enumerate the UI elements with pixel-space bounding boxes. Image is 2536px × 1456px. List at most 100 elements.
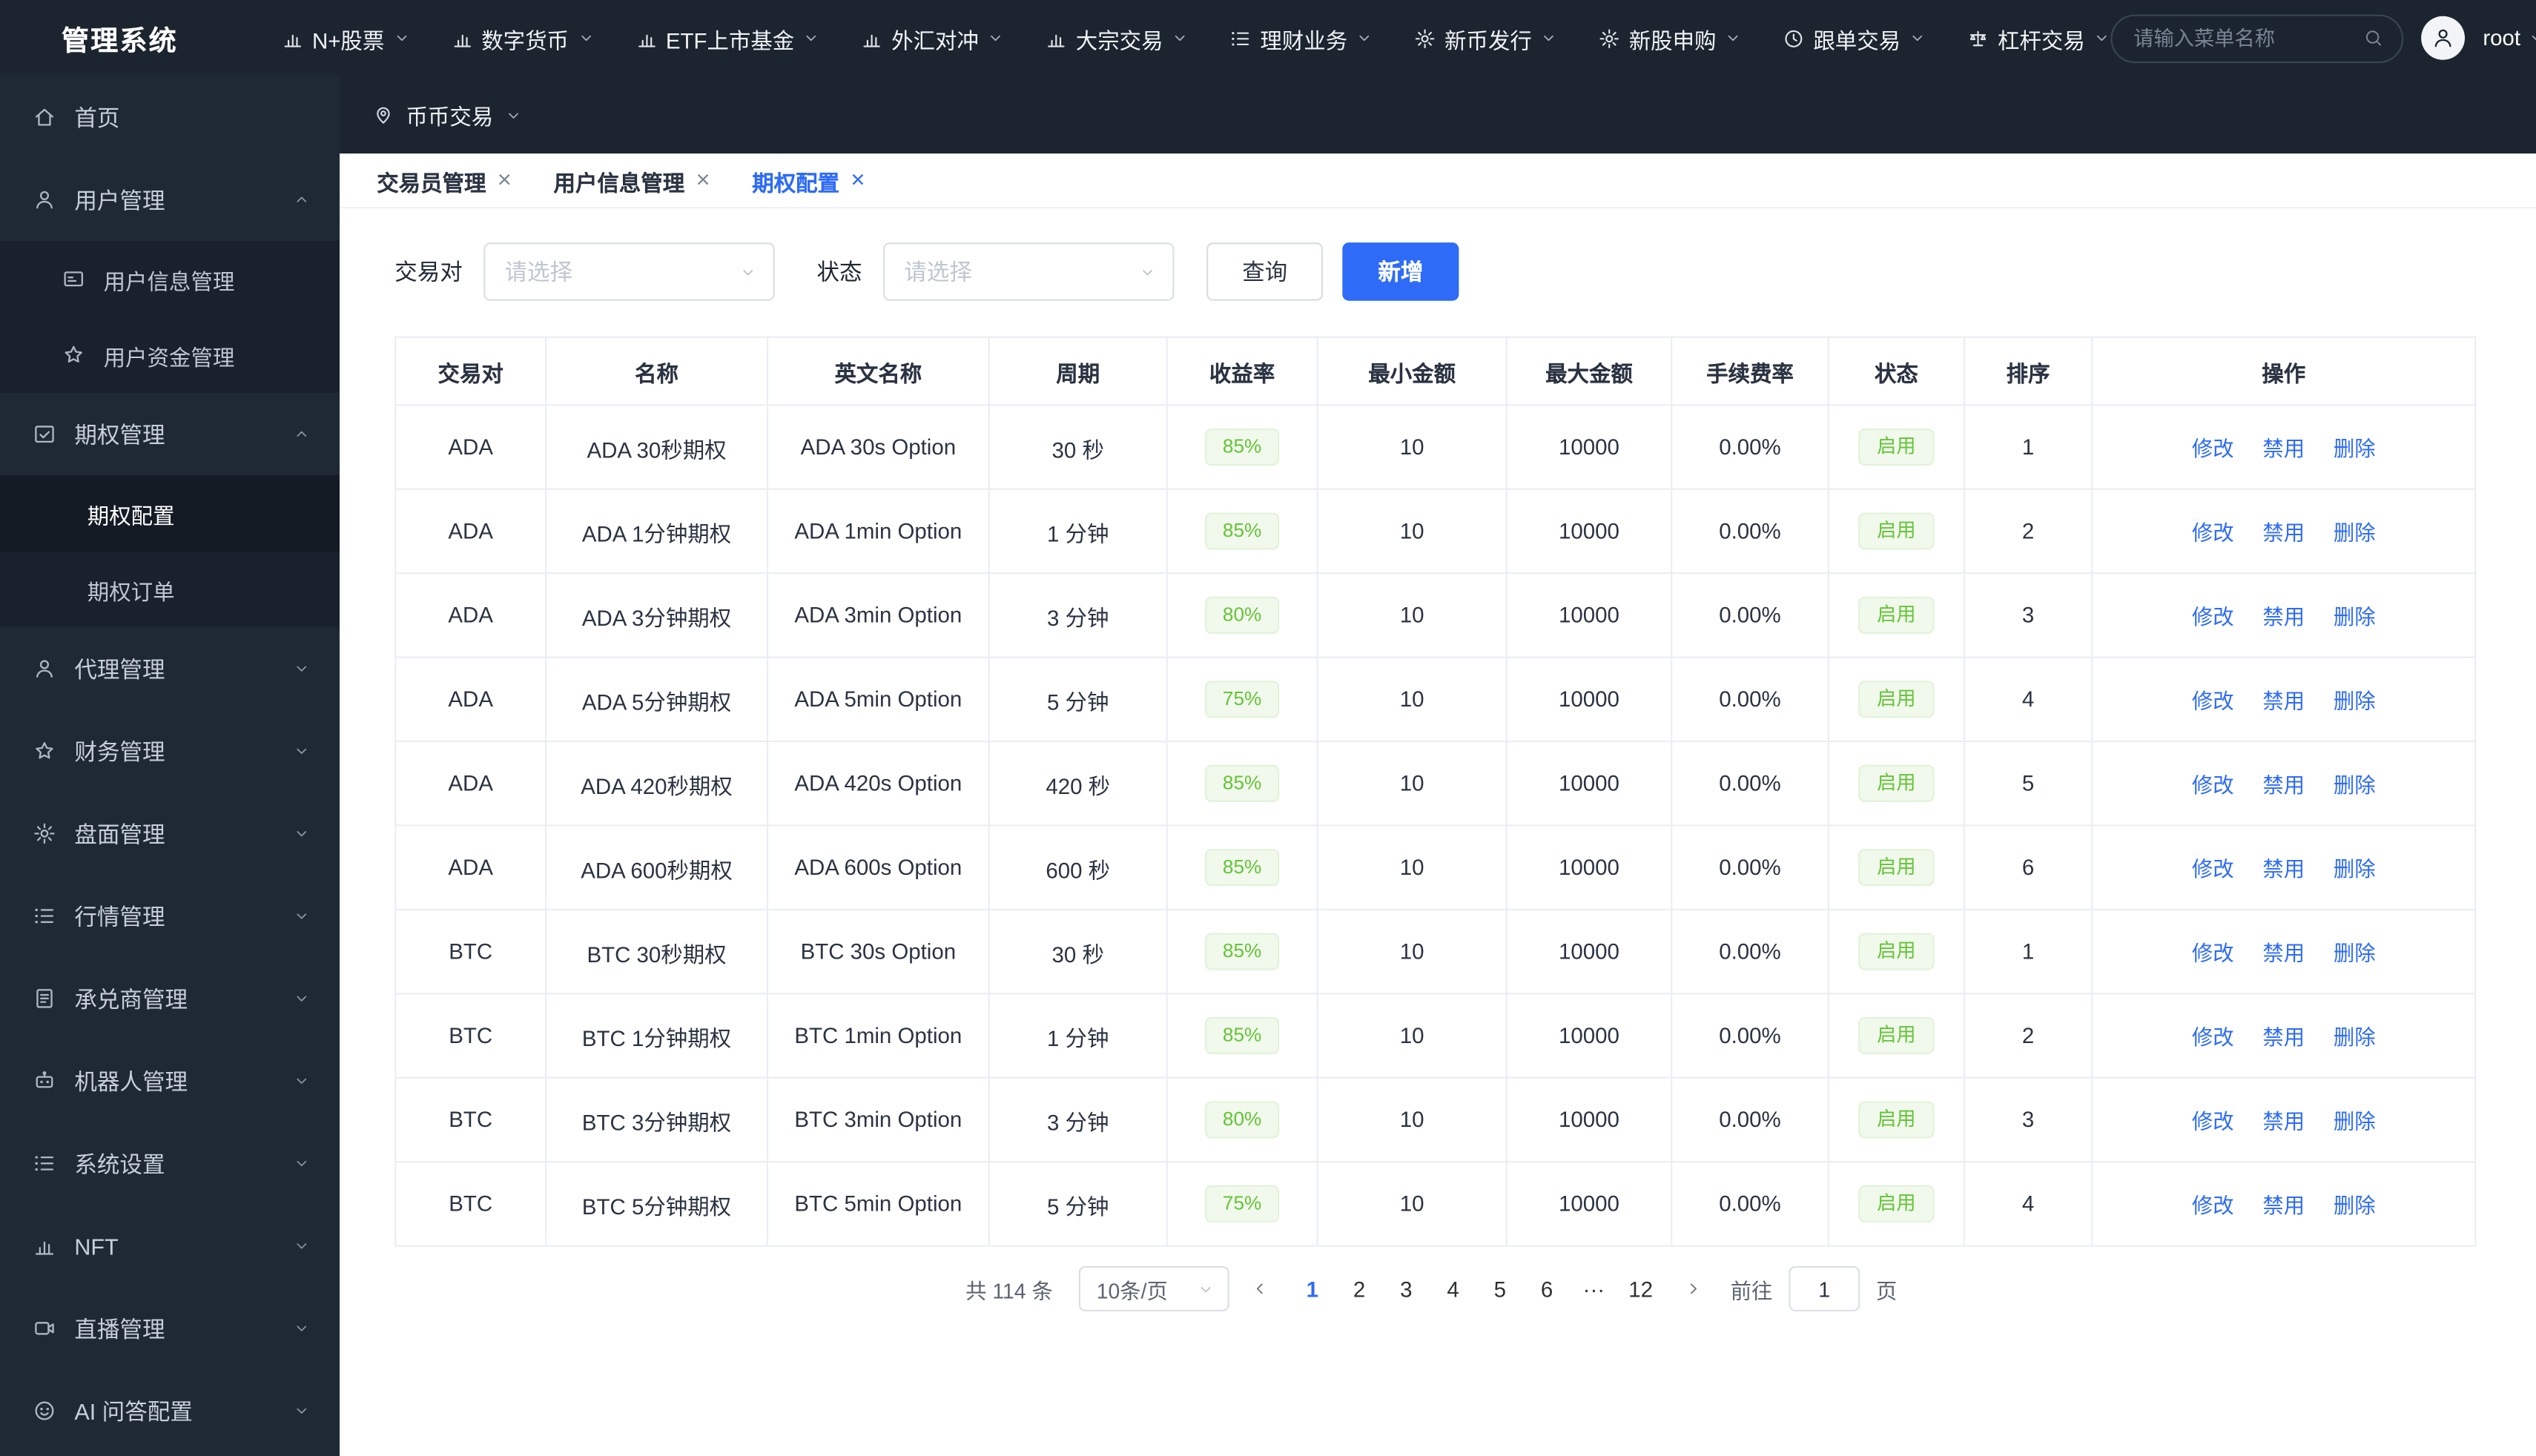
- close-icon[interactable]: ×: [498, 168, 512, 193]
- disable-link[interactable]: 禁用: [2262, 1109, 2305, 1134]
- edit-link[interactable]: 修改: [2192, 437, 2234, 461]
- sidebar-item-quotes-management[interactable]: 行情管理: [0, 875, 340, 957]
- breadcrumb-bar: 币币交易: [340, 76, 2536, 154]
- tab[interactable]: 期权配置 ×: [731, 153, 886, 208]
- add-button[interactable]: 新增: [1342, 242, 1459, 301]
- list-icon: [1229, 27, 1252, 50]
- sidebar-item-option-orders[interactable]: 期权订单: [0, 552, 340, 628]
- page-size-select[interactable]: 10条/页: [1078, 1265, 1229, 1311]
- sidebar-item-option-config[interactable]: 期权配置: [0, 475, 340, 552]
- sidebar-item-user-info-management[interactable]: 用户信息管理: [0, 241, 340, 317]
- delete-link[interactable]: 删除: [2334, 941, 2376, 965]
- delete-link[interactable]: 删除: [2334, 605, 2376, 629]
- top-menu-item[interactable]: 数字货币: [451, 21, 595, 54]
- sidebar-item-option-management[interactable]: 期权管理: [0, 393, 340, 475]
- disable-link[interactable]: 禁用: [2262, 773, 2305, 798]
- tab[interactable]: 交易员管理 ×: [356, 153, 532, 208]
- prev-page-button[interactable]: [1239, 1268, 1281, 1310]
- sidebar-item-panel-management[interactable]: 盘面管理: [0, 792, 340, 875]
- page-button[interactable]: 12: [1619, 1267, 1662, 1311]
- sidebar-item-robot-management[interactable]: 机器人管理: [0, 1039, 340, 1122]
- sidebar-item-home[interactable]: 首页: [0, 76, 340, 159]
- delete-link[interactable]: 删除: [2334, 689, 2376, 713]
- panel-check-icon: [33, 422, 57, 446]
- chevron-down-icon: [1724, 29, 1742, 47]
- breadcrumb[interactable]: 币币交易: [372, 99, 523, 131]
- next-page-button[interactable]: [1672, 1268, 1714, 1310]
- top-menu-item[interactable]: 跟单交易: [1783, 21, 1926, 54]
- jump-page-input[interactable]: [1789, 1265, 1860, 1311]
- edit-link[interactable]: 修改: [2192, 1109, 2234, 1134]
- user-menu[interactable]: root: [2483, 26, 2536, 50]
- sidebar-item-ai-qa-config[interactable]: AI 问答配置: [0, 1369, 340, 1452]
- cell-name: BTC 1分钟期权: [545, 993, 769, 1079]
- cell-status: 启用: [1827, 488, 1966, 575]
- edit-link[interactable]: 修改: [2192, 689, 2234, 713]
- edit-link[interactable]: 修改: [2192, 941, 2234, 965]
- sidebar-item-acceptor-management[interactable]: 承兑商管理: [0, 957, 340, 1039]
- disable-link[interactable]: 禁用: [2262, 941, 2305, 965]
- top-menu-item[interactable]: 理财业务: [1229, 21, 1373, 54]
- close-icon[interactable]: ×: [851, 168, 865, 193]
- disable-link[interactable]: 禁用: [2262, 520, 2305, 545]
- top-menu-item[interactable]: 新股申购: [1598, 21, 1742, 54]
- disable-link[interactable]: 禁用: [2262, 1194, 2305, 1218]
- page-button[interactable]: 1: [1290, 1267, 1334, 1311]
- chevron-down-icon: [1171, 29, 1189, 47]
- sidebar-item-user-funds-management[interactable]: 用户资金管理: [0, 317, 340, 394]
- sidebar-item-nft[interactable]: NFT: [0, 1205, 340, 1287]
- edit-link[interactable]: 修改: [2192, 520, 2234, 545]
- sidebar-item-system-settings[interactable]: 系统设置: [0, 1122, 340, 1205]
- sidebar-item-agent-management[interactable]: 代理管理: [0, 627, 340, 709]
- disable-link[interactable]: 禁用: [2262, 605, 2305, 629]
- top-menu-item[interactable]: 外汇对冲: [861, 21, 1005, 54]
- edit-link[interactable]: 修改: [2192, 1194, 2234, 1218]
- bar-chart-icon: [1045, 27, 1068, 50]
- page-button[interactable]: 4: [1431, 1267, 1475, 1311]
- sidebar-item-finance-management[interactable]: 财务管理: [0, 710, 340, 792]
- sidebar-item-user-management[interactable]: 用户管理: [0, 159, 340, 241]
- total-count: 共 114 条: [965, 1278, 1053, 1303]
- cell-en-name: BTC 30s Option: [766, 908, 990, 995]
- page-button[interactable]: ···: [1572, 1267, 1616, 1311]
- tab[interactable]: 用户信息管理 ×: [532, 153, 731, 208]
- delete-link[interactable]: 删除: [2334, 773, 2376, 798]
- page-list: 1 2 3 4 5 6 ··· 12: [1290, 1267, 1662, 1311]
- disable-link[interactable]: 禁用: [2262, 1025, 2305, 1050]
- edit-link[interactable]: 修改: [2192, 773, 2234, 798]
- rate-badge: 80%: [1204, 1100, 1280, 1139]
- close-icon[interactable]: ×: [696, 168, 710, 193]
- cell-min: 10: [1316, 404, 1508, 490]
- top-menu-item[interactable]: 杠杆交易: [1967, 21, 2111, 54]
- page-button[interactable]: 5: [1478, 1267, 1522, 1311]
- delete-link[interactable]: 删除: [2334, 520, 2376, 545]
- top-menu-item[interactable]: 新币发行: [1414, 21, 1558, 54]
- delete-link[interactable]: 删除: [2334, 1025, 2376, 1050]
- page-button[interactable]: 3: [1384, 1267, 1428, 1311]
- delete-link[interactable]: 删除: [2334, 437, 2376, 461]
- delete-link[interactable]: 删除: [2334, 1109, 2376, 1134]
- delete-link[interactable]: 删除: [2334, 1194, 2376, 1218]
- menu-search-input[interactable]: [2133, 26, 2363, 50]
- edit-link[interactable]: 修改: [2192, 605, 2234, 629]
- disable-link[interactable]: 禁用: [2262, 437, 2305, 461]
- avatar[interactable]: [2421, 16, 2466, 60]
- page-button[interactable]: 6: [1525, 1267, 1569, 1311]
- status-select[interactable]: 请选择: [882, 242, 1175, 301]
- top-menu-item[interactable]: 大宗交易: [1045, 21, 1189, 54]
- delete-link[interactable]: 删除: [2334, 857, 2376, 881]
- disable-link[interactable]: 禁用: [2262, 689, 2305, 713]
- page-button[interactable]: 2: [1338, 1267, 1381, 1311]
- top-menu-item[interactable]: N+股票: [282, 21, 411, 54]
- search-icon[interactable]: [2363, 27, 2384, 48]
- pair-select[interactable]: 请选择: [483, 242, 775, 301]
- edit-link[interactable]: 修改: [2192, 1025, 2234, 1050]
- column-header: 收益率: [1166, 336, 1318, 406]
- query-button[interactable]: 查询: [1206, 242, 1324, 301]
- chevron-down-icon: [293, 1072, 311, 1090]
- disable-link[interactable]: 禁用: [2262, 857, 2305, 881]
- top-menu-item[interactable]: ETF上市基金: [635, 21, 820, 54]
- sidebar-item-live-management[interactable]: 直播管理: [0, 1287, 340, 1369]
- edit-link[interactable]: 修改: [2192, 857, 2234, 881]
- cell-max: 10000: [1505, 908, 1673, 995]
